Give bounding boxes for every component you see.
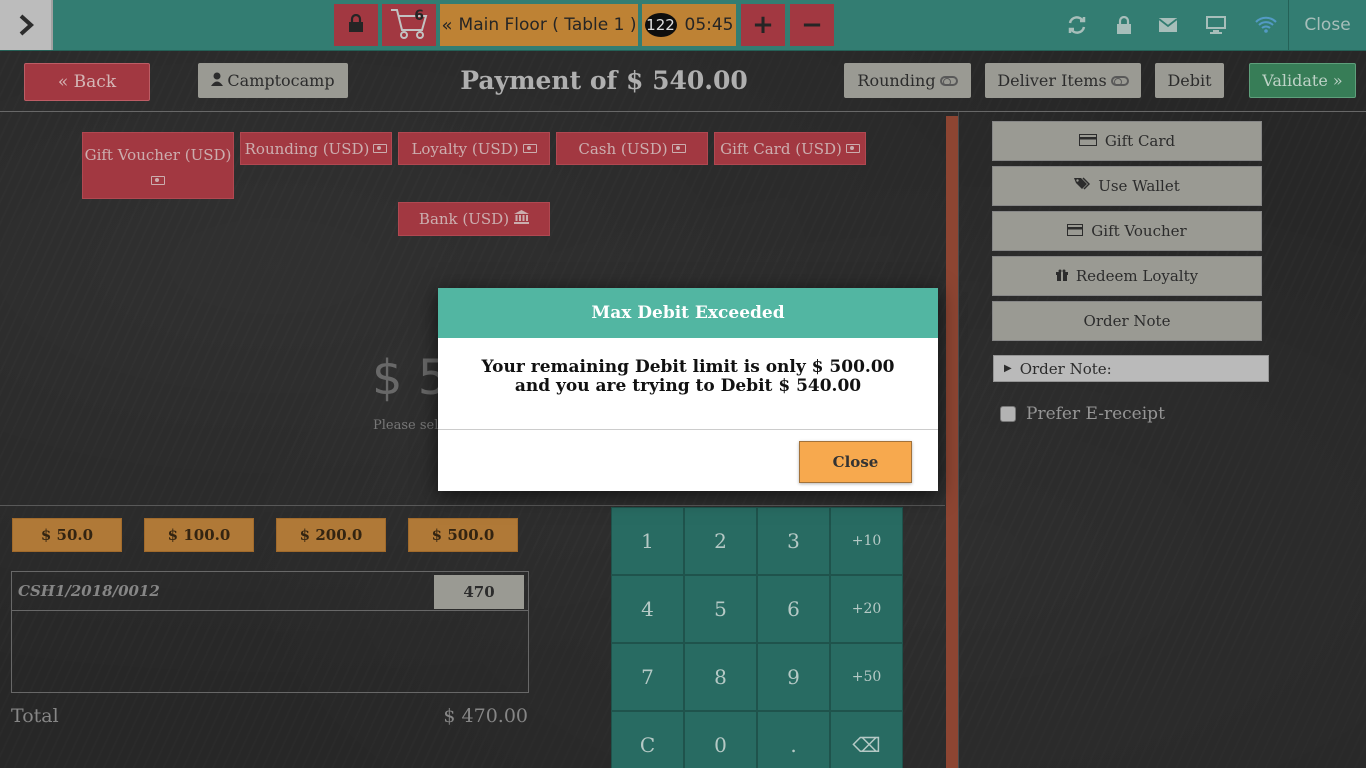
max-debit-dialog: Max Debit Exceeded Your remaining Debit … xyxy=(438,288,938,491)
dialog-message-line1: Your remaining Debit limit is only $ 500… xyxy=(481,357,895,377)
dialog-message-line2: and you are trying to Debit $ 540.00 xyxy=(514,376,862,396)
dialog-body: Your remaining Debit limit is only $ 500… xyxy=(438,338,938,430)
dialog-title: Max Debit Exceeded xyxy=(438,288,938,338)
dialog-close-button[interactable]: Close xyxy=(799,441,912,483)
